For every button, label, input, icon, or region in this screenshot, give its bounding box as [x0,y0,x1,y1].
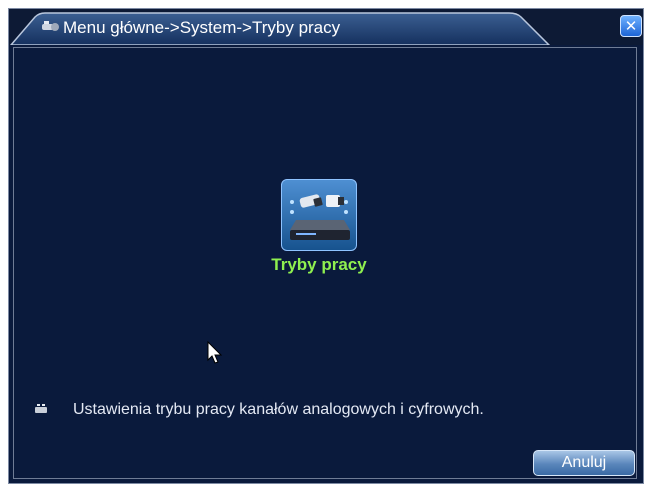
work-mode-tile[interactable] [281,179,357,251]
close-icon: ✕ [624,18,638,35]
work-mode-label[interactable]: Tryby pracy [259,255,379,275]
info-icon [34,402,52,421]
menu-icon [41,19,61,33]
breadcrumb: Menu główne->System->Tryby pracy [63,18,341,37]
mouse-cursor-icon [207,340,223,370]
description-text: Ustawienia trybu pracy kanałów analogowy… [73,401,484,418]
close-button[interactable]: ✕ [620,15,642,37]
dialog-window: Menu główne->System->Tryby pracy ✕ Tryby… [8,8,644,484]
cancel-button[interactable]: Anuluj [533,450,635,476]
title-bar: Menu główne->System->Tryby pracy ✕ [9,9,643,45]
camera-dvr-icon [290,194,350,240]
